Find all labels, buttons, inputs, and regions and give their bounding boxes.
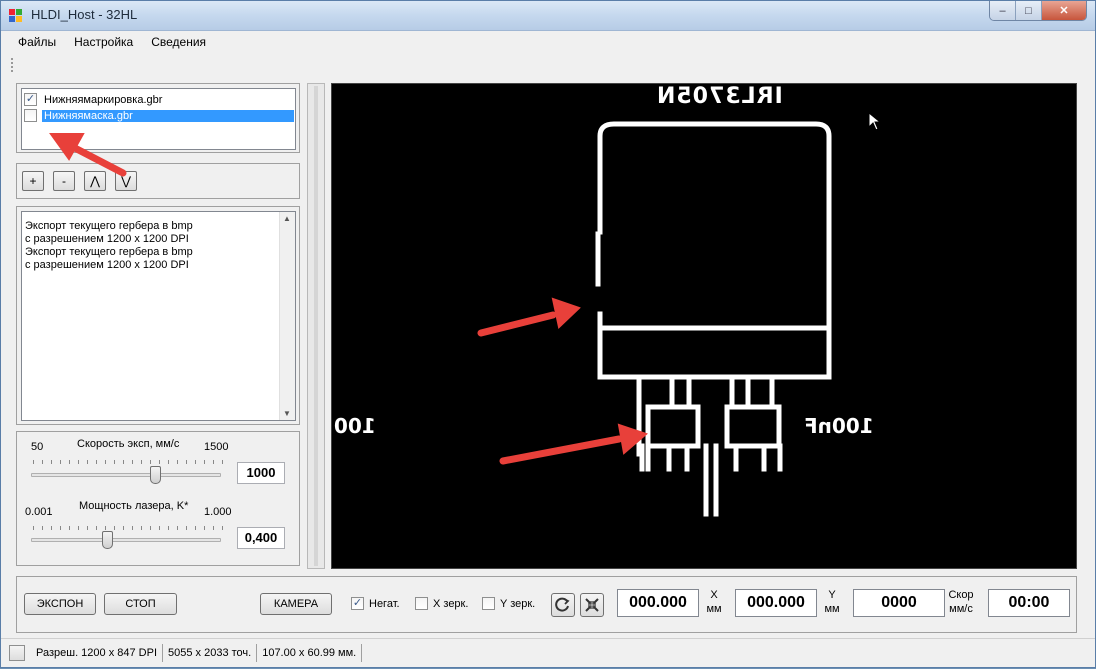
pcb-trace	[666, 443, 709, 517]
stop-button[interactable]: СТОП	[104, 593, 177, 615]
layer-item[interactable]: ✓ Нижняямаркировка.gbr	[24, 92, 294, 107]
x-position-display: 000.000	[617, 589, 699, 617]
add-layer-button[interactable]: +	[22, 171, 44, 191]
speed-max-label: 1500	[204, 441, 229, 453]
pcb-trace	[597, 121, 832, 235]
power-track[interactable]	[31, 538, 221, 542]
speed-display: 0000	[853, 589, 945, 617]
menu-files[interactable]: Файлы	[9, 33, 65, 53]
speed-track[interactable]	[31, 473, 221, 477]
menu-bar: Файлы Настройка Сведения	[9, 33, 215, 53]
layer-item-selected[interactable]: Нижняямаска.gbr	[24, 108, 294, 123]
menu-settings[interactable]: Настройка	[65, 33, 142, 53]
window-title: HLDI_Host - 32HL	[31, 7, 138, 22]
layer-label: Нижняямаска.gbr	[42, 109, 294, 122]
negative-label: Негат.	[369, 597, 400, 610]
log-panel: Экспорт текущего гербера в bmp с разреше…	[16, 206, 300, 425]
minimize-button[interactable]: –	[990, 1, 1016, 20]
pcb-trace	[597, 231, 832, 380]
title-bar[interactable]: HLDI_Host - 32HL – □ ✕	[1, 1, 1095, 31]
y-position-display: 000.000	[735, 589, 817, 617]
power-ticks	[33, 526, 223, 530]
y-unit: мм	[824, 603, 840, 615]
layers-panel: ✓ Нижняямаркировка.gbr Нижняямаска.gbr	[16, 83, 300, 153]
layer-checkbox[interactable]	[24, 109, 37, 122]
mirror-y-checkbox[interactable]	[482, 597, 495, 610]
speed-value-field[interactable]: 1000	[237, 462, 285, 484]
app-icon	[9, 9, 23, 23]
mirror-y-option[interactable]: Y зерк.	[482, 597, 535, 610]
speed-unit: мм/с	[949, 603, 973, 615]
camera-button[interactable]: КАМЕРА	[260, 593, 332, 615]
negative-checkbox[interactable]: ✓	[351, 597, 364, 610]
x-axis-label: X	[710, 589, 718, 601]
move-down-button[interactable]: ⋁	[115, 171, 137, 191]
panel-splitter[interactable]	[307, 83, 325, 569]
close-button[interactable]: ✕	[1042, 1, 1086, 20]
mirror-x-label: X зерк.	[433, 597, 469, 610]
preview-canvas[interactable]: IRL3705N 100 100nF	[331, 83, 1077, 569]
remove-layer-button[interactable]: -	[53, 171, 75, 191]
power-slider-thumb[interactable]	[102, 531, 113, 549]
mirror-x-checkbox[interactable]	[415, 597, 428, 610]
mouse-cursor-icon	[868, 112, 882, 131]
speed-min-label: 50	[31, 441, 44, 453]
expose-button[interactable]: ЭКСПОН	[24, 593, 96, 615]
log-textbox[interactable]: Экспорт текущего гербера в bmp с разреше…	[21, 211, 296, 421]
window-controls: – □ ✕	[989, 1, 1087, 21]
move-up-button[interactable]: ⋀	[84, 171, 106, 191]
speed-ticks	[33, 460, 223, 464]
power-max-label: 1.000	[204, 506, 232, 518]
maximize-button[interactable]: □	[1016, 1, 1042, 20]
speed-unit-label: Скор мм/с	[946, 588, 976, 616]
pcb-trace	[669, 374, 692, 410]
power-min-label: 0.001	[25, 506, 53, 518]
status-size: 107.00 x 60.99 мм.	[257, 644, 363, 662]
y-unit-label: Yмм	[821, 588, 843, 616]
layer-checkbox[interactable]: ✓	[24, 93, 37, 106]
fit-view-button[interactable]	[580, 593, 604, 617]
component-label-left: 100	[334, 414, 376, 438]
shrink-icon	[585, 598, 599, 612]
component-label-top: IRL3705N	[656, 84, 783, 109]
log-scrollbar[interactable]: ▲ ▼	[279, 212, 295, 420]
pcb-trace	[724, 404, 782, 449]
layer-buttons-panel: + - ⋀ ⋁	[16, 163, 300, 199]
x-unit: мм	[706, 603, 722, 615]
component-label-right: 100nF	[804, 414, 874, 438]
negative-option[interactable]: ✓ Негат.	[351, 597, 400, 610]
speed-unit-title: Скор	[948, 589, 974, 601]
speed-label: Скорость эксп, мм/с	[77, 438, 180, 450]
menu-info[interactable]: Сведения	[142, 33, 215, 53]
status-bar: Разреш. 1200 x 847 DPI 5055 x 2033 точ. …	[1, 638, 1095, 667]
status-indicator	[9, 645, 25, 661]
speed-slider-thumb[interactable]	[150, 466, 162, 484]
settings-panel: 50 Скорость эксп, мм/с 1500 1000 0.001 М…	[16, 431, 300, 566]
status-points: 5055 x 2033 точ.	[163, 644, 258, 662]
power-value-field[interactable]: 0,400	[237, 527, 285, 549]
refresh-icon	[555, 597, 570, 612]
status-resolution: Разреш. 1200 x 847 DPI	[31, 644, 164, 662]
log-text: Экспорт текущего гербера в bmp с разреше…	[25, 220, 193, 271]
power-label: Мощность лазера, K*	[79, 500, 189, 512]
control-panel: ЭКСПОН СТОП КАМЕРА ✓ Негат. X зерк. Y зе…	[16, 576, 1077, 633]
pcb-trace	[713, 443, 783, 517]
layer-label: Нижняямаркировка.gbr	[44, 93, 163, 106]
pcb-trace	[729, 374, 775, 410]
toolbar-grip[interactable]	[11, 58, 14, 72]
mirror-y-label: Y зерк.	[500, 597, 536, 610]
main-window: HLDI_Host - 32HL – □ ✕ Файлы Настройка С…	[0, 0, 1096, 668]
scroll-down-icon[interactable]: ▼	[283, 409, 291, 418]
scroll-up-icon[interactable]: ▲	[283, 214, 291, 223]
x-unit-label: Xмм	[703, 588, 725, 616]
mirror-x-option[interactable]: X зерк.	[415, 597, 468, 610]
refresh-button[interactable]	[551, 593, 575, 617]
y-axis-label: Y	[828, 589, 836, 601]
layers-list[interactable]: ✓ Нижняямаркировка.gbr Нижняямаска.gbr	[21, 88, 296, 150]
pcb-drawing	[595, 121, 832, 517]
time-display: 00:00	[988, 589, 1070, 617]
